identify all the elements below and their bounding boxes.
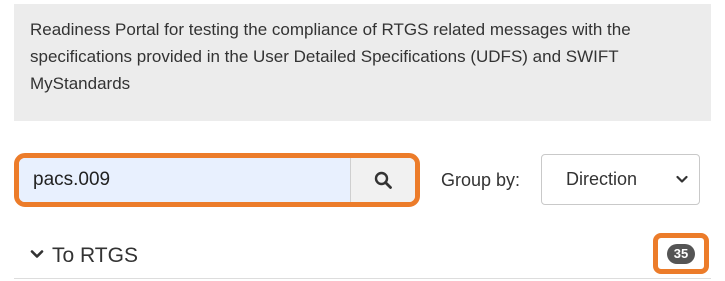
group-by-label: Group by: <box>441 170 521 190</box>
group-by-selected-value: Direction <box>566 169 638 189</box>
description-banner: Readiness Portal for testing the complia… <box>14 4 711 121</box>
search-button[interactable] <box>351 158 415 202</box>
description-text: Readiness Portal for testing the complia… <box>30 20 631 93</box>
count-badge: 35 <box>666 243 696 264</box>
count-highlight: 35 <box>653 233 709 274</box>
search-input[interactable] <box>19 158 351 202</box>
chevron-down-icon <box>676 175 688 183</box>
group-by-select[interactable]: Direction <box>541 154 700 205</box>
search-group <box>14 153 420 207</box>
search-icon <box>374 171 392 189</box>
page: Readiness Portal for testing the complia… <box>0 0 725 281</box>
section-title: To RTGS <box>52 244 138 267</box>
chevron-down-icon[interactable] <box>30 249 44 259</box>
section-header-to-rtgs[interactable]: To RTGS 35 <box>14 233 711 279</box>
